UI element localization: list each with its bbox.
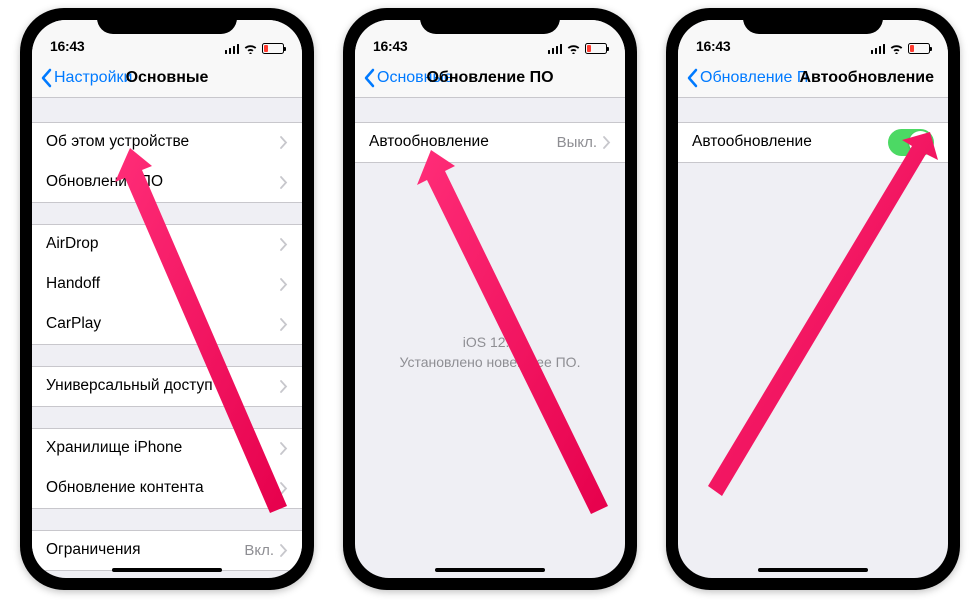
chevron-right-icon bbox=[280, 238, 288, 251]
cell-restrictions[interactable]: ОграниченияВкл. bbox=[32, 530, 302, 570]
cell-auto-update-toggle[interactable]: Автообновление bbox=[678, 122, 948, 162]
cell-accessibility[interactable]: Универсальный доступ bbox=[32, 366, 302, 406]
status-icons bbox=[871, 43, 931, 54]
screen: 16:43 Обновление ПО Автообновление Автоо… bbox=[678, 20, 948, 578]
status-icons bbox=[225, 43, 285, 54]
cellular-signal-icon bbox=[548, 44, 563, 54]
cell-iphone-storage[interactable]: Хранилище iPhone bbox=[32, 428, 302, 468]
back-button[interactable]: Обновление ПО bbox=[686, 68, 808, 88]
cell-software-update[interactable]: Обновление ПО bbox=[32, 162, 302, 202]
phone-frame: 16:43 Настройки Основные Об этом устройс… bbox=[20, 8, 314, 590]
cell-airdrop[interactable]: AirDrop bbox=[32, 224, 302, 264]
status-message: iOS 12.0 Установлено новейшее ПО. bbox=[355, 332, 625, 373]
nav-title: Автообновление bbox=[799, 69, 934, 87]
screen: 16:43 Настройки Основные Об этом устройс… bbox=[32, 20, 302, 578]
wifi-icon bbox=[889, 43, 904, 54]
cell-value: Выкл. bbox=[557, 134, 597, 151]
cell-background-refresh[interactable]: Обновление контента bbox=[32, 468, 302, 508]
cellular-signal-icon bbox=[225, 44, 240, 54]
home-indicator[interactable] bbox=[112, 568, 222, 572]
screen: 16:43 Основные Обновление ПО Автообновле… bbox=[355, 20, 625, 578]
nav-bar: Настройки Основные bbox=[32, 58, 302, 98]
nav-title: Обновление ПО bbox=[426, 69, 553, 87]
chevron-right-icon bbox=[280, 442, 288, 455]
cell-value: Вкл. bbox=[244, 542, 274, 559]
status-time: 16:43 bbox=[373, 38, 407, 54]
content[interactable]: Автообновление bbox=[678, 98, 948, 578]
content[interactable]: АвтообновлениеВыкл. iOS 12.0 Установлено… bbox=[355, 98, 625, 578]
phone-frame: 16:43 Основные Обновление ПО Автообновле… bbox=[343, 8, 637, 590]
back-label: Настройки bbox=[54, 69, 132, 87]
wifi-icon bbox=[566, 43, 581, 54]
toggle-switch[interactable] bbox=[888, 129, 934, 156]
status-time: 16:43 bbox=[696, 38, 730, 54]
nav-bar: Обновление ПО Автообновление bbox=[678, 58, 948, 98]
status-time: 16:43 bbox=[50, 38, 84, 54]
chevron-right-icon bbox=[280, 544, 288, 557]
home-indicator[interactable] bbox=[435, 568, 545, 572]
phone-frame: 16:43 Обновление ПО Автообновление Автоо… bbox=[666, 8, 960, 590]
back-button[interactable]: Настройки bbox=[40, 68, 132, 88]
back-label: Обновление ПО bbox=[700, 69, 808, 87]
status-icons bbox=[548, 43, 608, 54]
chevron-left-icon bbox=[40, 68, 52, 88]
chevron-right-icon bbox=[280, 136, 288, 149]
cellular-signal-icon bbox=[871, 44, 886, 54]
chevron-right-icon bbox=[280, 278, 288, 291]
notch bbox=[97, 8, 237, 34]
content[interactable]: Об этом устройстве Обновление ПО AirDrop… bbox=[32, 98, 302, 578]
chevron-right-icon bbox=[280, 482, 288, 495]
nav-title: Основные bbox=[126, 69, 209, 87]
home-indicator[interactable] bbox=[758, 568, 868, 572]
cell-auto-update[interactable]: АвтообновлениеВыкл. bbox=[355, 122, 625, 162]
notch bbox=[743, 8, 883, 34]
chevron-left-icon bbox=[686, 68, 698, 88]
battery-icon bbox=[262, 43, 284, 54]
cell-handoff[interactable]: Handoff bbox=[32, 264, 302, 304]
cell-about[interactable]: Об этом устройстве bbox=[32, 122, 302, 162]
cell-carplay[interactable]: CarPlay bbox=[32, 304, 302, 344]
chevron-right-icon bbox=[280, 176, 288, 189]
wifi-icon bbox=[243, 43, 258, 54]
chevron-right-icon bbox=[603, 136, 611, 149]
chevron-left-icon bbox=[363, 68, 375, 88]
battery-icon bbox=[585, 43, 607, 54]
chevron-right-icon bbox=[280, 318, 288, 331]
chevron-right-icon bbox=[280, 380, 288, 393]
notch bbox=[420, 8, 560, 34]
battery-icon bbox=[908, 43, 930, 54]
nav-bar: Основные Обновление ПО bbox=[355, 58, 625, 98]
